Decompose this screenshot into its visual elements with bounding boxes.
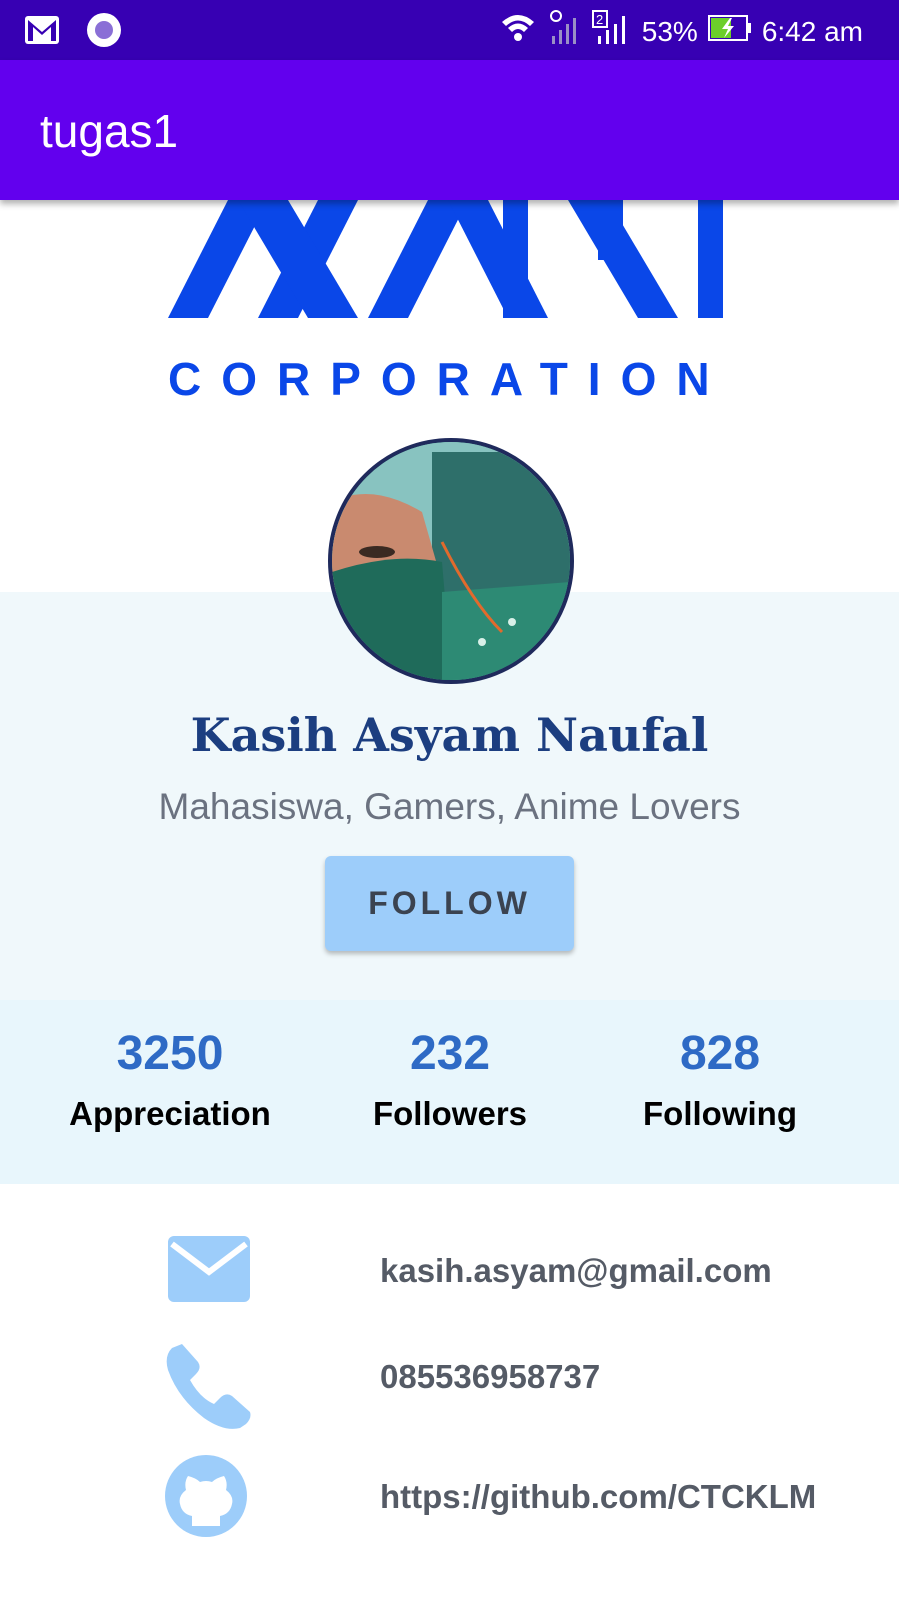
battery-icon xyxy=(707,14,752,49)
svg-text:2: 2 xyxy=(596,12,603,27)
circle-app-icon xyxy=(86,12,122,53)
gmail-icon xyxy=(24,15,60,50)
app-title: tugas1 xyxy=(40,105,179,157)
stat-appreciation: 3250 Appreciation xyxy=(60,1026,280,1133)
stat-following: 828 Following xyxy=(620,1026,820,1133)
profile-name: Kasih Asyam Naufal xyxy=(190,708,709,762)
avatar xyxy=(328,438,574,684)
follow-button[interactable]: FOLLOW xyxy=(325,856,574,951)
stat-value: 828 xyxy=(679,1027,761,1080)
signal-2-icon: 2 xyxy=(591,10,632,53)
clock: 6:42 am xyxy=(761,15,863,47)
stat-label: Following xyxy=(643,1095,797,1132)
app-bar: tugas1 xyxy=(0,60,899,200)
email-icon xyxy=(168,1236,250,1307)
wifi-icon xyxy=(500,10,536,53)
phone-text: 085536958737 xyxy=(380,1358,601,1395)
battery-percent: 53% xyxy=(641,15,698,47)
status-bar: 2 53% 6:42 am xyxy=(0,0,899,60)
github-text: https://github.com/CTCKLM xyxy=(380,1478,817,1515)
logo-corporation-text: CORPORATION xyxy=(168,353,730,405)
stat-value: 232 xyxy=(409,1027,491,1080)
profile-subtitle: Mahasiswa, Gamers, Anime Lovers xyxy=(158,786,741,827)
stat-followers: 232 Followers xyxy=(350,1026,550,1133)
stat-label: Followers xyxy=(372,1095,528,1132)
contact-email[interactable]: kasih.asyam@gmail.com xyxy=(0,1230,899,1330)
stat-value: 3250 xyxy=(116,1027,224,1080)
phone-icon xyxy=(164,1340,254,1435)
contact-phone[interactable]: 085536958737 xyxy=(0,1340,899,1440)
email-text: kasih.asyam@gmail.com xyxy=(380,1252,772,1289)
stat-label: Appreciation xyxy=(69,1095,271,1132)
contact-github[interactable]: https://github.com/CTCKLM xyxy=(0,1455,899,1560)
signal-1-icon xyxy=(546,10,582,53)
github-icon xyxy=(164,1454,248,1543)
stats-section: 3250 Appreciation 232 Followers 828 Foll… xyxy=(0,1000,899,1184)
